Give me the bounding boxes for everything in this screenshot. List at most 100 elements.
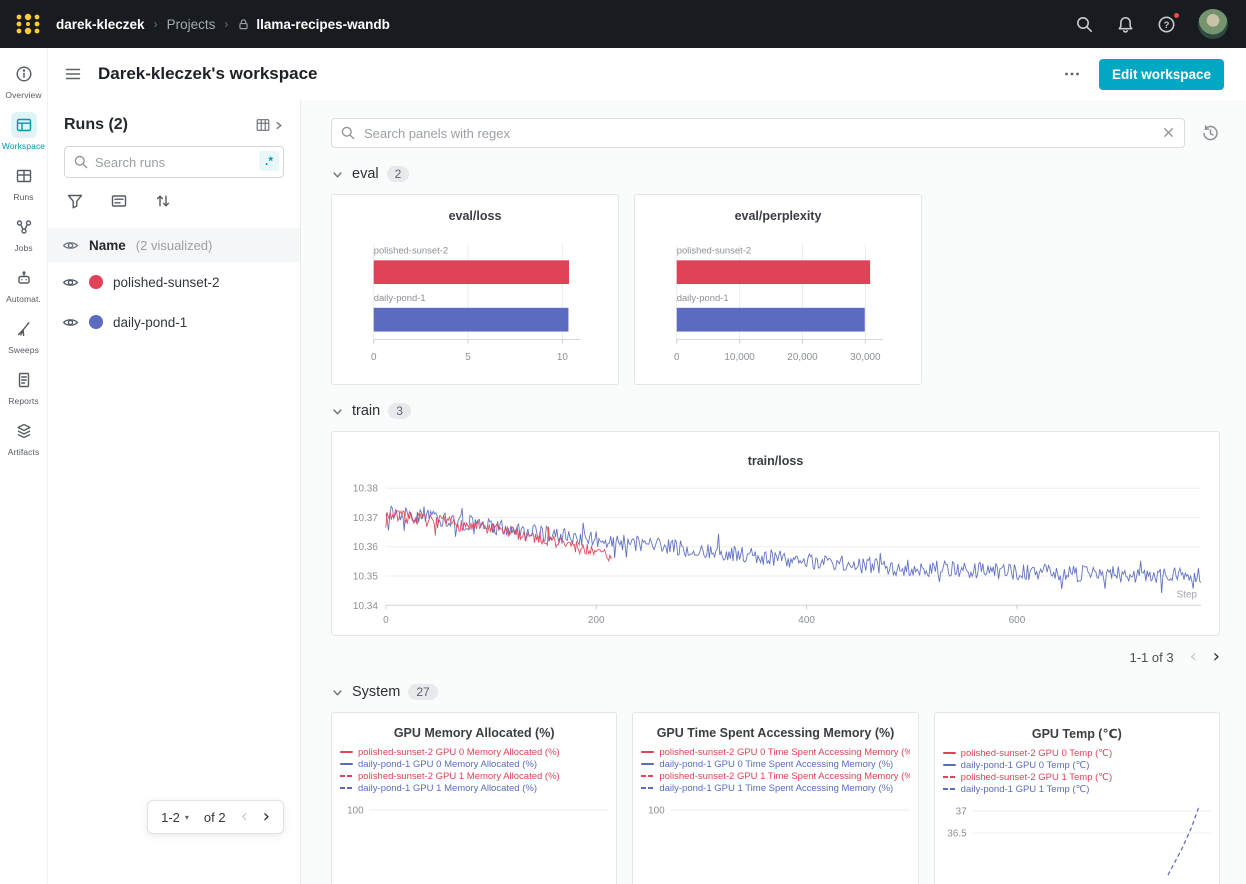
sidebar-item-artifacts[interactable]: Artifacts bbox=[0, 413, 48, 464]
svg-text:30,000: 30,000 bbox=[850, 352, 881, 363]
section-label: train bbox=[352, 403, 380, 419]
panel-gpu-time[interactable]: GPU Time Spent Accessing Memory (%) poli… bbox=[632, 712, 918, 884]
info-icon bbox=[11, 61, 37, 87]
breadcrumb: darek-kleczek › Projects › llama-recipes… bbox=[56, 17, 390, 32]
toggle-all-visibility-eye-icon[interactable] bbox=[62, 237, 79, 254]
run-visibility-eye-icon[interactable] bbox=[62, 314, 79, 331]
legend-label: daily-pond-1 GPU 1 Time Spent Accessing … bbox=[659, 783, 893, 794]
svg-text:polished-sunset-2: polished-sunset-2 bbox=[677, 244, 751, 255]
edit-workspace-button[interactable]: Edit workspace bbox=[1099, 59, 1224, 90]
clear-search-icon[interactable] bbox=[1161, 125, 1176, 140]
svg-text:0: 0 bbox=[674, 352, 680, 363]
breadcrumb-user[interactable]: darek-kleczek bbox=[56, 17, 145, 32]
section-count-badge: 2 bbox=[387, 166, 410, 182]
panel-eval-perplexity[interactable]: eval/perplexity 010,00020,00030,000polis… bbox=[634, 194, 922, 385]
sort-icon[interactable] bbox=[154, 192, 172, 210]
breadcrumb-project[interactable]: llama-recipes-wandb bbox=[256, 17, 390, 32]
legend-label: daily-pond-1 GPU 1 Memory Allocated (%) bbox=[358, 783, 537, 794]
wandb-logo[interactable] bbox=[0, 0, 56, 48]
section-system-header[interactable]: System 27 bbox=[331, 684, 438, 700]
legend-label: daily-pond-1 GPU 0 Memory Allocated (%) bbox=[358, 759, 537, 770]
section-count-badge: 3 bbox=[388, 403, 411, 419]
run-row[interactable]: daily-pond-1 bbox=[48, 302, 300, 342]
panel-gpu-memory[interactable]: GPU Memory Allocated (%) polished-sunset… bbox=[331, 712, 617, 884]
svg-text:100: 100 bbox=[648, 805, 665, 816]
panel-train-loss[interactable]: train/loss 10.3810.3710.3610.3510.340200… bbox=[331, 431, 1220, 636]
chart-title: GPU Memory Allocated (%) bbox=[332, 713, 616, 740]
search-panels-input[interactable] bbox=[331, 118, 1185, 148]
sidebar-item-runs[interactable]: Runs bbox=[0, 158, 48, 209]
reports-icon bbox=[11, 367, 37, 393]
panel-gpu-temp[interactable]: GPU Temp (℃) polished-sunset-2 GPU 0 Tem… bbox=[934, 712, 1220, 884]
group-columns-icon[interactable] bbox=[110, 192, 128, 210]
sidebar-item-overview[interactable]: Overview bbox=[0, 56, 48, 107]
expand-run-table-button[interactable] bbox=[255, 117, 284, 133]
search-runs-input[interactable] bbox=[64, 146, 284, 178]
section-label: System bbox=[352, 684, 400, 700]
legend-label: daily-pond-1 GPU 1 Temp (℃) bbox=[961, 784, 1090, 795]
legend-entry: daily-pond-1 GPU 1 Memory Allocated (%) bbox=[340, 782, 608, 794]
hamburger-menu-icon[interactable] bbox=[64, 65, 82, 83]
prev-panel-page-button[interactable]: ‹ bbox=[1190, 648, 1197, 666]
chart-legend: polished-sunset-2 GPU 0 Memory Allocated… bbox=[340, 746, 608, 794]
eval-loss-bar-chart: 0510polished-sunset-2daily-pond-1 bbox=[332, 195, 618, 384]
legend-mark bbox=[943, 788, 956, 790]
sidebar-item-sweeps[interactable]: Sweeps bbox=[0, 311, 48, 362]
runs-pagination: 1-2 ▾ of 2 ‹ › bbox=[147, 800, 284, 834]
svg-text:100: 100 bbox=[347, 805, 364, 816]
legend-label: polished-sunset-2 GPU 0 Time Spent Acces… bbox=[659, 747, 909, 758]
svg-text:600: 600 bbox=[1009, 615, 1026, 626]
user-avatar[interactable] bbox=[1198, 9, 1228, 39]
chevron-right-icon bbox=[273, 120, 284, 131]
filter-icon[interactable] bbox=[66, 192, 84, 210]
sidebar-item-automations[interactable]: Automat. bbox=[0, 260, 48, 311]
next-page-button[interactable]: › bbox=[263, 808, 270, 826]
next-panel-page-button[interactable]: › bbox=[1213, 648, 1220, 666]
run-visibility-eye-icon[interactable] bbox=[62, 274, 79, 291]
notifications-bell-icon[interactable] bbox=[1116, 15, 1135, 34]
svg-text:0: 0 bbox=[371, 352, 377, 363]
legend-label: daily-pond-1 GPU 0 Temp (℃) bbox=[961, 760, 1090, 771]
run-row[interactable]: polished-sunset-2 bbox=[48, 262, 300, 302]
workspace-icon bbox=[11, 112, 37, 138]
sidebar-item-workspace[interactable]: Workspace bbox=[0, 107, 48, 158]
legend-mark bbox=[641, 787, 654, 789]
chart-title: GPU Temp (℃) bbox=[935, 713, 1219, 741]
regex-toggle-button[interactable]: .* bbox=[259, 151, 279, 171]
page-size-dropdown[interactable]: 1-2 ▾ bbox=[161, 810, 189, 825]
chart-title: GPU Time Spent Accessing Memory (%) bbox=[633, 713, 917, 740]
chart-legend: polished-sunset-2 GPU 0 Time Spent Acces… bbox=[641, 746, 909, 794]
svg-text:Step: Step bbox=[1177, 589, 1198, 600]
run-color-dot bbox=[89, 275, 103, 289]
svg-text:5: 5 bbox=[465, 352, 471, 363]
help-icon[interactable]: ? bbox=[1157, 15, 1176, 34]
artifacts-icon bbox=[11, 418, 37, 444]
prev-page-button[interactable]: ‹ bbox=[241, 808, 248, 826]
search-icon[interactable] bbox=[1075, 15, 1094, 34]
svg-text:20,000: 20,000 bbox=[787, 352, 818, 363]
sidebar-item-jobs[interactable]: Jobs bbox=[0, 209, 48, 260]
legend-mark bbox=[641, 775, 654, 777]
legend-entry: daily-pond-1 GPU 1 Time Spent Accessing … bbox=[641, 782, 909, 794]
panel-page-info: 1-1 of 3 bbox=[1130, 650, 1174, 665]
legend-mark bbox=[340, 763, 353, 765]
page-title: Darek-kleczek's workspace bbox=[98, 64, 318, 84]
legend-mark bbox=[943, 776, 956, 778]
history-undo-icon[interactable] bbox=[1201, 124, 1220, 143]
legend-label: polished-sunset-2 GPU 0 Temp (℃) bbox=[961, 748, 1112, 759]
lock-icon bbox=[237, 18, 250, 31]
runs-panel: Runs (2) bbox=[48, 100, 301, 884]
svg-text:10.37: 10.37 bbox=[353, 513, 378, 524]
section-train-header[interactable]: train 3 bbox=[331, 403, 411, 419]
section-eval-header[interactable]: eval 2 bbox=[331, 166, 409, 182]
legend-entry: polished-sunset-2 GPU 1 Memory Allocated… bbox=[340, 770, 608, 782]
run-name[interactable]: polished-sunset-2 bbox=[113, 275, 220, 290]
legend-mark bbox=[340, 751, 353, 753]
panel-eval-loss[interactable]: eval/loss 0510polished-sunset-2daily-pon… bbox=[331, 194, 619, 385]
sidebar-item-reports[interactable]: Reports bbox=[0, 362, 48, 413]
breadcrumb-projects[interactable]: Projects bbox=[167, 17, 216, 32]
run-name[interactable]: daily-pond-1 bbox=[113, 315, 187, 330]
legend-label: polished-sunset-2 GPU 1 Memory Allocated… bbox=[358, 771, 560, 782]
legend-mark bbox=[641, 763, 654, 765]
overflow-menu-icon[interactable] bbox=[1063, 65, 1081, 83]
